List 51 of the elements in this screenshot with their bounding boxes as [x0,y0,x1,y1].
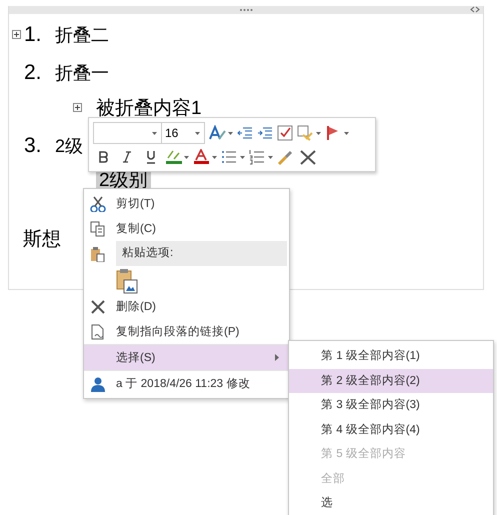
submenu-item[interactable]: 第 4 级全部内容(4) [289,418,493,442]
highlighter-icon[interactable] [165,149,189,165]
paste-icon [90,246,106,262]
format-painter-icon[interactable] [277,149,295,165]
italic-icon[interactable] [121,149,133,165]
menu-item[interactable]: 剪切(T) [84,191,289,216]
underline-icon[interactable] [145,149,157,165]
expand-icon[interactable] [12,30,21,39]
person-icon [90,376,106,392]
cut-icon [90,196,106,212]
font-name-field[interactable] [93,122,162,144]
bullet-list-icon[interactable] [221,149,245,165]
outline-text: 被折叠内容1 [96,96,202,120]
copy-icon [90,220,106,236]
list-number: 3. [24,134,43,158]
menu-item[interactable]: 复制指向段落的链接(P) [84,319,289,344]
numbered-list-icon[interactable] [249,149,273,165]
checkbox-tag-icon[interactable] [277,125,293,141]
submenu-item[interactable]: 第 1 级全部内容(1) [289,344,493,368]
clear-formatting-icon[interactable] [299,149,317,165]
submenu-arrow-icon [275,354,279,361]
submenu-item[interactable]: 第 2 级全部内容(2) [289,368,493,393]
drag-handle-icon [239,8,253,12]
submenu-item[interactable]: 第 3 级全部内容(3) [289,393,493,418]
font-size-field[interactable]: 16 [161,122,205,144]
resize-icon [470,6,480,13]
caret-icon [152,132,157,134]
menu-item[interactable]: 复制(C) [84,216,289,241]
indent-icon[interactable] [257,125,273,141]
paste-picture-button[interactable] [116,268,138,294]
list-number: 1. [24,22,43,46]
caret-icon [195,132,200,134]
menu-section-header: 粘贴选项: [116,241,287,266]
outline-text: 2级 [55,134,84,158]
link-document-icon [90,324,106,340]
question-tag-icon[interactable] [297,125,321,141]
flag-icon[interactable] [325,125,349,141]
expand-icon[interactable] [73,103,82,112]
menu-item[interactable]: 删除(D) [84,294,289,319]
outline-text: 折叠二 [55,24,109,46]
text-style-icon[interactable] [209,125,233,141]
menu-item[interactable]: 选择(S) [84,344,289,370]
author-info: a 于 2018/4/26 11:23 修改 [116,376,252,391]
close-icon [90,298,106,314]
bold-icon[interactable] [97,149,109,165]
outdent-icon[interactable] [237,125,253,141]
submenu-item[interactable]: 选 [289,491,493,515]
outline-text: 斯想 [23,228,61,252]
outline-text: 折叠一 [55,62,109,84]
font-color-icon[interactable] [193,149,217,165]
list-number: 2. [24,60,43,84]
